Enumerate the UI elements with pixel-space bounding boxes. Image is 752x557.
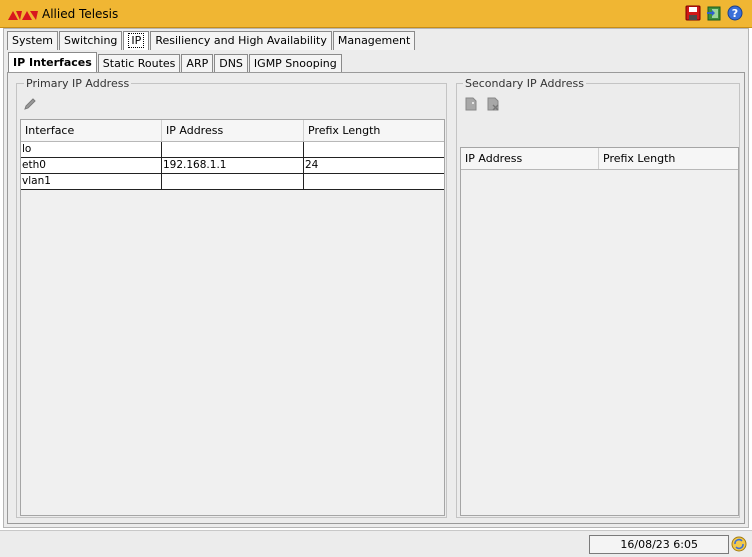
cell-interface: eth0 (21, 158, 162, 173)
tab-system[interactable]: System (7, 31, 59, 50)
table-header: Interface IP Address Prefix Length (21, 120, 444, 142)
secondary-group-title: Secondary IP Address (463, 77, 586, 90)
column-header-interface[interactable]: Interface (21, 120, 162, 141)
save-icon[interactable] (685, 5, 701, 21)
cell-ip-address (162, 174, 304, 189)
status-bar: 16/08/23 6:05 (0, 530, 752, 557)
tab-management[interactable]: Management (332, 31, 416, 50)
cell-interface: lo (21, 142, 162, 157)
add-icon[interactable] (464, 97, 478, 111)
title-bar: Allied Telesis ? (0, 0, 752, 28)
table-header: IP Address Prefix Length (461, 148, 738, 170)
allied-telesis-logo-icon (8, 11, 38, 20)
tab-switching[interactable]: Switching (59, 31, 123, 50)
tab-ip-interfaces[interactable]: IP Interfaces (8, 52, 97, 73)
main-tabs: System Switching IP Resiliency and High … (7, 31, 416, 50)
delete-icon[interactable] (486, 97, 500, 111)
tab-static-routes[interactable]: Static Routes (97, 54, 181, 73)
sync-icon[interactable] (731, 536, 747, 552)
datetime-display: 16/08/23 6:05 (589, 535, 729, 554)
tab-ip[interactable]: IP (123, 31, 150, 50)
table-row[interactable]: vlan1 (21, 174, 444, 190)
main-frame: System Switching IP Resiliency and High … (3, 28, 749, 528)
column-header-ip-address[interactable]: IP Address (162, 120, 304, 141)
tab-dns[interactable]: DNS (214, 54, 248, 73)
pencil-icon[interactable] (23, 97, 37, 111)
primary-ip-table: Interface IP Address Prefix Length lo et… (20, 119, 445, 516)
table-row[interactable]: eth0 192.168.1.1 24 (21, 158, 444, 174)
ip-interfaces-panel: Primary IP Address Interface IP Address … (7, 72, 745, 524)
tab-resiliency[interactable]: Resiliency and High Availability (150, 31, 332, 50)
column-header-prefix-length[interactable]: Prefix Length (599, 148, 738, 169)
column-header-prefix-length[interactable]: Prefix Length (304, 120, 444, 141)
cell-ip-address: 192.168.1.1 (162, 158, 304, 173)
column-header-ip-address[interactable]: IP Address (461, 148, 599, 169)
cell-ip-address (162, 142, 304, 157)
svg-text:?: ? (732, 7, 738, 20)
cell-prefix-length (304, 174, 444, 189)
table-row[interactable]: lo (21, 142, 444, 158)
cell-prefix-length: 24 (305, 159, 319, 171)
primary-group-title: Primary IP Address (24, 77, 132, 90)
app-title: Allied Telesis (42, 7, 119, 21)
tab-arp[interactable]: ARP (181, 54, 214, 73)
exit-icon[interactable] (706, 5, 722, 21)
sub-tabs: IP Interfaces Static Routes ARP DNS IGMP… (8, 52, 343, 73)
cell-prefix-length (304, 142, 444, 157)
cell-interface: vlan1 (21, 174, 162, 189)
tab-igmp-snooping[interactable]: IGMP Snooping (248, 54, 342, 73)
secondary-ip-table: IP Address Prefix Length (460, 147, 739, 516)
help-icon[interactable]: ? (727, 5, 743, 21)
